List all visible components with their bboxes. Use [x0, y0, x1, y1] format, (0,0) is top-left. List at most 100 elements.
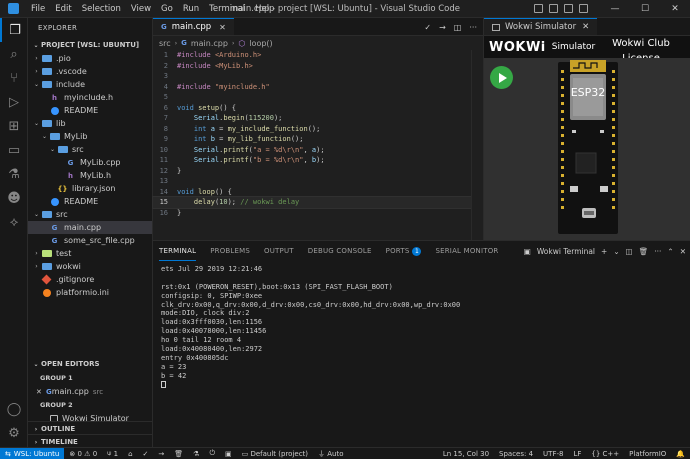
menu-selection[interactable]: Selection [77, 0, 126, 18]
pio-serial-icon[interactable]: ⏻ [204, 449, 220, 458]
check-icon[interactable]: ✓ [424, 23, 431, 32]
source-control-icon[interactable]: ⑂ [0, 66, 28, 90]
language-mode[interactable]: {} C++ [586, 450, 624, 458]
pio-terminal-icon[interactable]: ▣ [220, 450, 237, 458]
minimize-icon[interactable]: — [600, 0, 630, 18]
split-terminal-icon[interactable]: ◫ [626, 247, 633, 256]
tree-item[interactable]: › .pio [28, 52, 152, 65]
search-icon[interactable]: ⌕ [0, 42, 28, 66]
scrollbar[interactable] [471, 50, 483, 240]
pio-home-icon[interactable]: ⌂ [123, 450, 137, 458]
explorer-icon[interactable]: ❐ [0, 18, 28, 42]
pio-build-icon[interactable]: ✓ [138, 450, 154, 458]
tree-item[interactable]: {} library.json [28, 182, 152, 195]
menu-file[interactable]: File [26, 0, 50, 18]
tab-ports[interactable]: PORTS 1 [386, 241, 422, 261]
toggle-secondary-sidebar-icon[interactable] [564, 4, 573, 13]
encoding[interactable]: UTF-8 [538, 450, 568, 458]
customize-layout-icon[interactable] [579, 4, 588, 13]
menu-edit[interactable]: Edit [50, 0, 76, 18]
tab-serial-monitor[interactable]: SERIAL MONITOR [435, 241, 498, 261]
testing-icon[interactable]: ⚗ [0, 162, 28, 186]
menu-go[interactable]: Go [156, 0, 178, 18]
tab-problems[interactable]: PROBLEMS [210, 241, 250, 261]
close-panel-icon[interactable]: ✕ [680, 247, 686, 256]
close-tab-icon[interactable]: ✕ [582, 22, 589, 32]
timeline-header[interactable]: › TIMELINE [28, 435, 152, 447]
toggle-panel-icon[interactable] [549, 4, 558, 13]
group-1-header[interactable]: GROUP 1 [28, 371, 152, 385]
auto-port-selector[interactable]: ⏚ Auto [313, 449, 349, 459]
tree-item[interactable]: › .vscode [28, 65, 152, 78]
project-section-header[interactable]: ⌄ PROJECT [WSL: UBUNTU] [28, 38, 152, 52]
tree-item[interactable]: ⌄ include [28, 78, 152, 91]
breadcrumb-src[interactable]: src [159, 39, 171, 48]
tab-debug-console[interactable]: DEBUG CONSOLE [308, 241, 372, 261]
arrow-right-icon[interactable]: → [439, 23, 446, 32]
menu-terminal[interactable]: Terminal [204, 0, 250, 18]
maximize-icon[interactable]: ☐ [630, 0, 660, 18]
close-tab-icon[interactable]: ✕ [219, 23, 226, 32]
platform-indicator[interactable]: PlatformIO [624, 450, 671, 458]
tree-item[interactable]: Gsome_src_file.cpp [28, 234, 152, 247]
add-terminal-icon[interactable]: + [601, 247, 607, 256]
ports-status[interactable]: ⍦ 1 [102, 449, 123, 458]
tree-item[interactable]: ⌄ MyLib [28, 130, 152, 143]
docker-icon[interactable]: ⟡ [0, 210, 28, 234]
breadcrumb-symbol[interactable]: loop() [249, 39, 272, 48]
more-actions-icon[interactable]: ··· [469, 23, 477, 32]
tree-item[interactable]: platformio.ini [28, 286, 152, 299]
accounts-icon[interactable]: ◯ [0, 397, 28, 421]
tree-item[interactable]: h myinclude.h [28, 91, 152, 104]
terminal-name[interactable]: Wokwi Terminal [537, 247, 595, 256]
menu-help[interactable]: Help [250, 0, 279, 18]
more-actions-icon[interactable]: ··· [654, 247, 661, 256]
terminal-output[interactable]: ets Jul 29 2019 12:21:46 rst:0x1 (POWERO… [153, 261, 690, 393]
open-editor-main-cpp[interactable]: ✕ G main.cpp src [28, 385, 152, 398]
tree-item[interactable]: Gmain.cpp [28, 221, 152, 234]
tab-wokwi-simulator[interactable]: Wokwi Simulator ✕ [484, 18, 598, 35]
tree-item[interactable]: README [28, 195, 152, 208]
line-ending[interactable]: LF [568, 450, 586, 458]
pio-clean-icon[interactable]: 🗑 [169, 450, 188, 458]
esp32-board[interactable]: ESP32 [484, 58, 690, 240]
tree-item[interactable]: README [28, 104, 152, 117]
trash-icon[interactable]: 🗑 [639, 247, 649, 256]
chevron-down-icon[interactable]: ⌄ [613, 247, 619, 256]
breadcrumb-file[interactable]: main.cpp [191, 39, 228, 48]
toggle-sidebar-icon[interactable] [534, 4, 543, 13]
problems-status[interactable]: ⊗ 0 ⚠ 0 [64, 450, 102, 458]
remote-indicator[interactable]: ⇆ WSL: Ubuntu [0, 447, 65, 459]
tree-item[interactable]: h MyLib.h [28, 169, 152, 182]
split-editor-icon[interactable]: ◫ [454, 23, 462, 32]
extensions-icon[interactable]: ⊞ [0, 114, 28, 138]
simulation-canvas[interactable]: ESP32 [484, 58, 690, 240]
platformio-icon[interactable]: ☻ [0, 186, 28, 210]
open-editors-header[interactable]: ⌄ OPEN EDITORS [28, 357, 152, 371]
code-editor[interactable]: 1 #include <Arduino.h> 2 #include <MyLib.h… [152, 50, 484, 240]
run-debug-icon[interactable]: ▷ [0, 90, 28, 114]
chevron-up-icon[interactable]: ⌃ [667, 247, 673, 256]
tree-item[interactable]: ⌄ lib [28, 117, 152, 130]
menu-view[interactable]: View [126, 0, 156, 18]
cursor-position[interactable]: Ln 15, Col 30 [438, 450, 494, 458]
tree-item[interactable]: › wokwi [28, 260, 152, 273]
tab-output[interactable]: OUTPUT [264, 241, 294, 261]
notifications-bell-icon[interactable]: 🔔 [671, 450, 690, 458]
tree-item[interactable]: ⌄ src [28, 208, 152, 221]
tree-item[interactable]: › test [28, 247, 152, 260]
indentation[interactable]: Spaces: 4 [494, 450, 538, 458]
close-icon[interactable]: ✕ [36, 388, 46, 396]
pio-upload-icon[interactable]: → [153, 450, 169, 458]
manage-gear-icon[interactable]: ⚙ [0, 421, 28, 445]
remote-explorer-icon[interactable]: ▭ [0, 138, 28, 162]
close-window-icon[interactable]: ✕ [660, 0, 690, 18]
menu-run[interactable]: Run [178, 0, 204, 18]
tab-main-cpp[interactable]: G main.cpp ✕ [153, 18, 234, 35]
group-2-header[interactable]: GROUP 2 [28, 398, 152, 412]
tree-item[interactable]: .gitignore [28, 273, 152, 286]
tree-item[interactable]: ⌄ src [28, 143, 152, 156]
tree-item[interactable]: G MyLib.cpp [28, 156, 152, 169]
tab-terminal[interactable]: TERMINAL [159, 241, 197, 261]
environment-selector[interactable]: ▭ Default (project) [237, 450, 313, 458]
